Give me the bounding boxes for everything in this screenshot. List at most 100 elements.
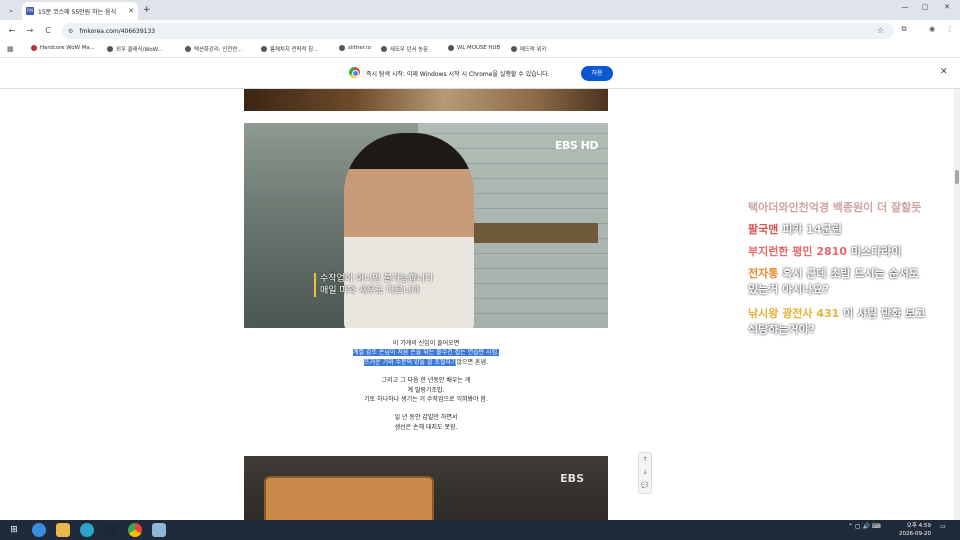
notification-icon[interactable]: ▭ [940,523,946,530]
tab-close-icon[interactable]: ✕ [128,7,134,15]
app-icon[interactable] [32,523,46,537]
bookmark-item[interactable]: 룸체치지 전략적 칭... [261,45,318,53]
comment-icon[interactable]: 💬 [639,479,651,492]
article-line-selected: 뜨거운 기와 수분의 양을 잘 조절하기 [364,358,457,366]
bookmark-label: Hardcore WoW Ma... [40,45,95,51]
subtitle-line: 매일 마와 새우도 다르니까 [320,286,420,296]
bookmark-favicon-icon [448,45,454,51]
url-text: fmkorea.com/406639133 [79,27,156,35]
danmaku-comment: 택아더와인천억경 백종원이 더 잘할듯 [748,201,922,214]
article-line-selected: 계절 강조 손님이 처음 손을 닦는 물수건 접는 연습만 시킴. [352,349,500,357]
floating-side-controls: ↑ ↓ 💬 [638,452,652,494]
video-subtitle: 수작업이 아니면 불가능합니다 매일 마와 새우도 다르니까 [314,273,433,297]
danmaku-comment: 팔국맨 피카 14군린 [748,223,842,237]
menu-icon[interactable]: ⋮ [944,25,956,33]
tray-icons[interactable]: ⌃ ▢ 🔊 ⌨ [848,523,881,530]
article-line: 그리고 그 다음 한 년동안 배우는 게 [381,377,471,385]
bookmark-item[interactable]: 메드락 위키 [511,45,547,53]
clock-time: 오후 4:59 [906,523,931,529]
chrome-logo-icon [349,67,360,78]
danmaku-text: 이 사람 만화 보고 [839,307,926,320]
start-button-icon[interactable]: ⊞ [7,523,21,537]
scroll-down-icon[interactable]: ↓ [639,466,651,479]
article-line: 계 말랑기조밥. [407,386,445,394]
edge-icon[interactable] [80,523,94,537]
bookmark-item[interactable]: 외우 클래식/WoW... [107,45,163,53]
bookmark-favicon-icon [185,46,191,52]
article-line: 않으면 혼냄. [456,358,488,366]
danmaku-text: 미스다라이 [847,245,902,258]
chrome-taskbar-icon[interactable] [128,523,142,537]
tamagoyaki-image [264,476,434,520]
bookmark-label: 택션화강리: 인천연... [194,47,243,53]
bookmark-favicon-icon [511,46,517,52]
bookmark-item[interactable]: slither.io [339,45,371,51]
address-bar[interactable]: ⚙ fmkorea.com/406639133 ☆ [62,23,894,39]
danmaku-comment: 있는거 아시나요? [748,283,830,296]
app-icon[interactable] [152,523,166,537]
new-tab-button[interactable]: + [143,4,153,16]
article-line: 일 년 동안 갑밀만 하면서 [394,414,458,422]
bookmark-item[interactable]: WL MOUSE HUB [448,45,500,51]
bookmark-label: 새도우 던서 농문 [390,47,429,53]
close-window-button[interactable]: ✕ [940,3,954,11]
back-button[interactable]: ← [6,25,18,37]
scroll-up-icon[interactable]: ↑ [639,453,651,466]
tab-title: 15분 코스에 55만원 하는 음식 [38,8,117,16]
danmaku-text: 피카 14군린 [778,223,842,236]
bookmark-label: WL MOUSE HUB [457,45,501,51]
minimize-button[interactable]: — [898,3,912,11]
article-text: 이 가게의 신입이 들어오면 계절 강조 손님이 처음 손을 닦는 물수건 접는… [244,339,608,432]
forward-button[interactable]: → [24,25,36,37]
article-line: 기토 하나하나 생기는 거 수작업으로 익혀봐야 함. [364,396,488,404]
bookmark-item[interactable]: 택션화강리: 인천연... [185,45,242,53]
reload-button[interactable]: C [42,25,54,37]
danmaku-comment: 전자통 혹시 근데 초밥 드시는 순서도 [748,267,919,281]
bookmark-favicon-icon [31,45,37,51]
article-image-video-frame: EBS HD 수작업이 아니면 불가능합니다 매일 마와 새우도 다르니까 [244,123,608,328]
bookmark-item[interactable]: 새도우 던서 농문 [381,45,428,53]
file-explorer-icon[interactable] [56,523,70,537]
clock[interactable]: 오후 4:59 2026-09-20 [895,522,931,538]
chrome-infobar: 즉시 탐색 시작: 이제 Windows 시작 시 Chrome을 실행할 수 … [0,58,960,89]
bookmark-label: 룸체치지 전략적 칭... [270,47,319,53]
bookmark-star-icon[interactable]: ☆ [877,26,884,35]
bookmark-favicon-icon [381,46,387,52]
danmaku-comment: 식당하는거야? [748,323,816,336]
bookmark-favicon-icon [107,46,113,52]
infobar-message: 즉시 탐색 시작: 이제 Windows 시작 시 Chrome을 실행할 수 … [366,71,550,78]
article-line: 이 가게의 신입이 들어오면 [392,340,460,347]
ebs-watermark: EBS [560,472,584,485]
page-scrollbar[interactable] [954,89,960,520]
infobar-close-icon[interactable]: ✕ [940,67,948,77]
clock-date: 2026-09-20 [899,531,931,537]
bookmark-item[interactable]: Hardcore WoW Ma... [31,45,95,51]
bookmark-favicon-icon [261,46,267,52]
bookmark-label: 메드락 위키 [520,47,547,53]
article-image-top [244,89,608,111]
subtitle-line: 수작업이 아니면 불가능합니다 [320,274,434,284]
bookmark-label: 외우 클래식/WoW... [116,47,163,53]
favicon-icon: FM [26,7,34,15]
apps-grid-icon[interactable]: ▦ [7,45,14,53]
profile-icon[interactable]: ◉ [926,25,938,33]
page-content: EBS HD 수작업이 아니면 불가능합니다 매일 마와 새우도 다르니까 이 … [0,89,954,520]
extensions-icon[interactable]: ⧉ [898,25,910,34]
ebs-watermark: EBS HD [555,139,599,152]
scrollbar-thumb[interactable] [955,170,959,184]
tab-active[interactable]: FM 15분 코스에 55만원 하는 음식 ✕ [22,2,138,20]
allow-button[interactable]: 허용 [581,66,613,81]
windows-taskbar: ⊞ ⌃ ▢ 🔊 ⌨ 오후 4:59 2026-09-20 ▭ [0,520,960,540]
tab-search-chevron-icon[interactable]: ⌄ [5,4,17,16]
danmaku-user: 팔국맨 [748,223,779,236]
danmaku-user: 부지런한 평민 2810 [748,245,847,258]
danmaku-comment: 낚시왕 광전사 431 이 사람 만화 보고 [748,307,926,321]
bookmark-favicon-icon [339,45,345,51]
danmaku-text: 혹시 근데 초밥 드시는 순서도 [778,267,919,280]
browser-toolbar: ← → C ⚙ fmkorea.com/406639133 ☆ ⧉ ◉ ⋮ [0,20,960,42]
article-image-bottom: EBS [244,456,608,520]
maximize-button[interactable]: ▢ [918,3,932,11]
danmaku-user: 낚시왕 광전사 431 [748,307,840,320]
site-info-icon[interactable]: ⚙ [68,28,73,35]
steam-icon[interactable] [104,523,118,537]
